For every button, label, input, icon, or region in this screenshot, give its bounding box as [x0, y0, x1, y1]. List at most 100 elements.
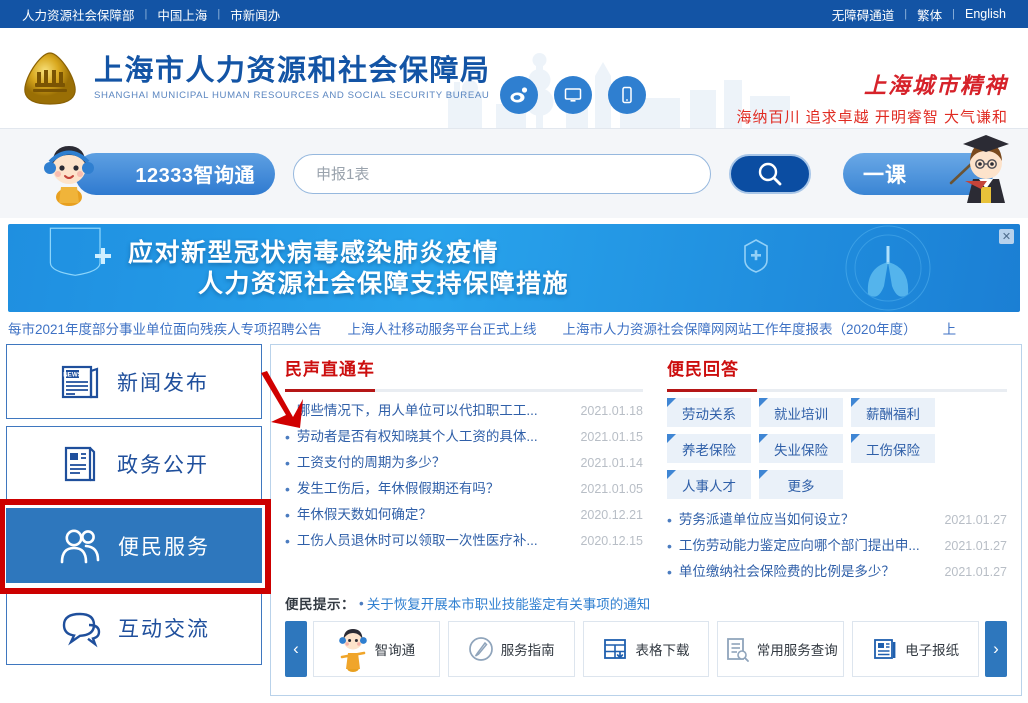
list-item-link[interactable]: 哪些情况下，用人单位可以代扣职工工... [297, 398, 571, 424]
mobile-site-button[interactable] [608, 76, 646, 114]
content-panel: 民声直通车 • 哪些情况下，用人单位可以代扣职工工... 2021.01.18 … [270, 344, 1022, 696]
tag-pension-insurance[interactable]: 养老保险 [667, 434, 751, 463]
list-item[interactable]: • 工伤人员退休时可以领取一次性医疗补... 2020.12.15 [285, 528, 643, 554]
list-item[interactable]: • 劳动者是否有权知晓其个人工资的具体... 2021.01.15 [285, 424, 643, 450]
service-card-label: 智询通 [374, 643, 416, 658]
covid-policy-banner[interactable]: 应对新型冠状病毒感染肺炎疫情 人力资源社会保障支持保障措施 ✕ [8, 224, 1020, 312]
list-item[interactable]: • 劳务派遣单位应当如何设立？ 2021.01.27 [667, 507, 1007, 533]
weibo-button[interactable] [500, 76, 538, 114]
yike-button[interactable]: 一课 [843, 134, 1009, 203]
top-link-english[interactable]: English [965, 7, 1006, 21]
search-box[interactable] [293, 153, 711, 194]
ticker-item[interactable]: 上海人社移动服务平台正式上线 [348, 318, 537, 338]
list-item-date: 2021.01.27 [944, 539, 1007, 553]
tag-pay-benefits[interactable]: 薪酬福利 [851, 398, 935, 427]
ticker-item[interactable]: 上 [943, 318, 957, 338]
service-card-list: 智询通 服务指南 表格下载 常用服务查询 电子报纸 [313, 621, 979, 677]
tag-work-injury-insurance[interactable]: 工伤保险 [851, 434, 935, 463]
top-link-accessibility[interactable]: 无障碍通道 [832, 5, 895, 24]
bullet-icon: • [667, 512, 672, 528]
carousel-prev-button[interactable]: ‹ [285, 621, 307, 677]
svg-text:NEWS: NEWS [63, 371, 82, 378]
chat-bubbles-icon [62, 612, 101, 647]
list-item-date: 2021.01.05 [580, 482, 643, 496]
search-submit-button[interactable] [729, 153, 811, 194]
service-card-form-download[interactable]: 表格下载 [582, 621, 710, 677]
search-input[interactable] [316, 165, 688, 182]
section-divider [667, 389, 1007, 392]
sidebar-item-label: 政务公开 [117, 453, 209, 477]
top-link-traditional[interactable]: 繁体 [917, 5, 942, 24]
list-item[interactable]: • 发生工伤后，年休假假期还有吗？ 2021.01.05 [285, 476, 643, 502]
bullet-icon: • [285, 455, 290, 471]
sidebar-item-label: 互动交流 [118, 617, 210, 641]
top-link-press-office[interactable]: 市新闻办 [230, 5, 280, 24]
government-emblem-icon [24, 52, 76, 105]
site-title-en: SHANGHAI MUNICIPAL HUMAN RESOURCES AND S… [94, 89, 490, 101]
tag-employment-training[interactable]: 就业培训 [759, 398, 843, 427]
list-item-link[interactable]: 单位缴纳社会保险费的比例是多少？ [679, 559, 935, 585]
service-card-label: 电子报纸 [905, 643, 960, 658]
sidebar-item-government-affairs[interactable]: 政务公开 [6, 371, 303, 501]
tag-unemployment-insurance[interactable]: 失业保险 [759, 434, 843, 463]
zhixuntong-label: 12333智询通 [135, 165, 255, 187]
list-item-link[interactable]: 年休假天数如何确定？ [297, 502, 571, 528]
bianmin-column: 便民回答 劳动关系 就业培训 薪酬福利 养老保险 失业保险 工伤保险 人事人才 … [667, 355, 1007, 585]
list-item-date: 2021.01.27 [944, 513, 1007, 527]
bullet-icon: • [285, 533, 290, 549]
list-item[interactable]: • 年休假天数如何确定？ 2020.12.21 [285, 502, 643, 528]
newspaper-icon: NEWS [61, 365, 99, 398]
service-card-guide[interactable]: 服务指南 [447, 621, 575, 677]
banner-line-2: 人力资源社会保障支持保障措施 [198, 269, 570, 298]
sidebar-item-label: 便民服务 [118, 535, 210, 559]
top-utility-bar: 人力资源社会保障部 | 中国上海 | 市新闻办 无障碍通道 | 繁体 | Eng… [0, 0, 1028, 28]
list-item-link[interactable]: 劳动者是否有权知晓其个人工资的具体... [297, 424, 571, 450]
top-left-links: 人力资源社会保障部 | 中国上海 | 市新闻办 [22, 5, 280, 24]
list-item-link[interactable]: 发生工伤后，年休假假期还有吗？ [297, 476, 571, 502]
list-item-link[interactable]: 工伤人员退休时可以领取一次性医疗补... [297, 528, 571, 554]
desktop-site-button[interactable] [554, 76, 592, 114]
list-item-link[interactable]: 劳务派遣单位应当如何设立？ [679, 507, 935, 533]
carousel-next-button[interactable]: › [985, 621, 1007, 677]
city-spirit-slogan: 海纳百川 追求卓越 开明睿智 大气谦和 [736, 109, 1008, 126]
list-item[interactable]: • 工资支付的周期为多少？ 2021.01.14 [285, 450, 643, 476]
service-card-common-query[interactable]: 常用服务查询 [717, 621, 845, 677]
tag-personnel-talent[interactable]: 人事人才 [667, 470, 751, 499]
list-item-date: 2021.01.15 [580, 430, 643, 444]
site-logo-area[interactable]: 上海市人力资源和社会保障局 SHANGHAI MUNICIPAL HUMAN R… [0, 50, 491, 106]
sidebar-item-news[interactable]: NEWS 新闻发布 [6, 344, 262, 419]
list-item[interactable]: • 单位缴纳社会保险费的比例是多少？ 2021.01.27 [667, 559, 1007, 585]
list-item-link[interactable]: 工伤劳动能力鉴定应向哪个部门提出申... [679, 533, 935, 559]
banner-close-icon[interactable]: ✕ [999, 229, 1014, 244]
banner-text: 应对新型冠状病毒感染肺炎疫情 人力资源社会保障支持保障措施 [128, 237, 569, 300]
zhixuntong-button[interactable]: 12333智询通 [44, 145, 275, 206]
top-separator: | [144, 8, 148, 20]
list-item-link[interactable]: 工资支付的周期为多少？ [297, 450, 571, 476]
list-item[interactable]: • 哪些情况下，用人单位可以代扣职工工... 2021.01.18 [285, 398, 643, 424]
ticker-item[interactable]: 每市2021年度部分事业单位面向残疾人专项招聘公告 [8, 318, 322, 338]
ticker-item[interactable]: 上海市人力资源社会保障网网站工作年度报表（2020年度） [563, 318, 917, 338]
banner-line-1: 应对新型冠状病毒感染肺炎疫情 [128, 237, 500, 267]
service-card-label: 表格下载 [635, 643, 690, 658]
list-item[interactable]: • 工伤劳动能力鉴定应向哪个部门提出申... 2021.01.27 [667, 533, 1007, 559]
tag-more[interactable]: 更多 [759, 470, 843, 499]
top-link-china-shanghai[interactable]: 中国上海 [157, 5, 207, 24]
sidebar-item-label: 新闻发布 [117, 371, 209, 395]
sidebar-item-interaction[interactable]: 互动交流 [6, 590, 262, 665]
list-item-date: 2021.01.18 [580, 404, 643, 418]
magnifier-icon [758, 162, 782, 185]
tip-link[interactable]: 关于恢复开展本市职业技能鉴定有关事项的通知 [367, 593, 651, 613]
tag-labor-relations[interactable]: 劳动关系 [667, 398, 751, 427]
list-item-date: 2020.12.21 [580, 508, 643, 522]
service-card-label: 服务指南 [500, 643, 555, 658]
top-link-mohrss[interactable]: 人力资源社会保障部 [22, 5, 135, 24]
service-card-e-newspaper[interactable]: 电子报纸 [852, 621, 979, 677]
doc-search-icon [726, 638, 749, 662]
zhixuntong-mascot-icon [44, 145, 94, 206]
site-title-cn: 上海市人力资源和社会保障局 [94, 53, 491, 88]
sidebar-item-convenience-services[interactable]: 便民服务 [0, 499, 271, 594]
people-icon [60, 529, 100, 563]
service-card-zhixuntong[interactable]: 智询通 [313, 621, 440, 677]
top-right-links: 无障碍通道 | 繁体 | English [832, 5, 1006, 24]
primary-sidebar: NEWS 新闻发布 政务公开 便民服务 互动交流 [0, 344, 303, 696]
